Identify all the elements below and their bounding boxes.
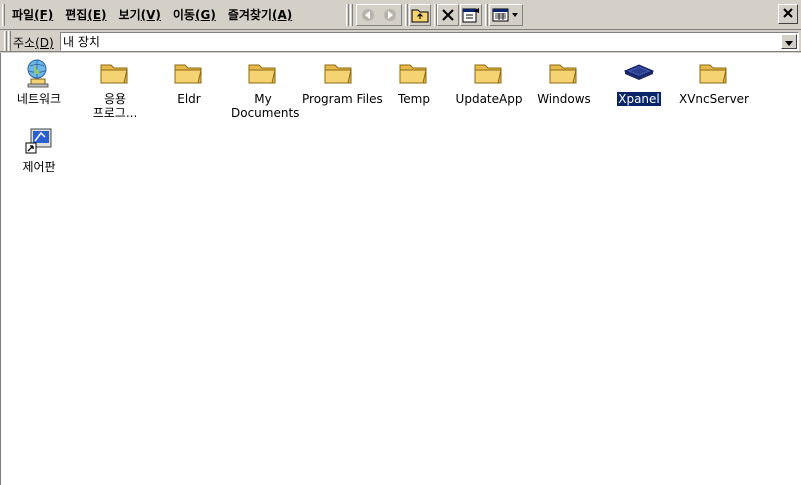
address-dropdown-button[interactable] bbox=[781, 34, 797, 49]
list-item-eldr[interactable]: Eldr bbox=[151, 57, 227, 106]
address-label-text: 주소 bbox=[13, 36, 36, 50]
list-item-program-files[interactable]: Program Files bbox=[301, 57, 383, 106]
address-field[interactable] bbox=[60, 32, 799, 51]
list-item-windows[interactable]: Windows bbox=[526, 57, 602, 106]
control-panel-icon bbox=[25, 128, 52, 154]
menubar: 파일(F) 편집(E) 보기(V) 이동(G) 즐겨찾기(A) bbox=[6, 6, 298, 24]
menu-view-hotkey: (V) bbox=[140, 8, 161, 22]
toolbar-grip-2[interactable] bbox=[350, 4, 353, 26]
properties-button[interactable] bbox=[460, 4, 482, 26]
address-bar: 주소(D) bbox=[0, 30, 801, 52]
address-bar-grip[interactable] bbox=[4, 31, 7, 51]
menu-favorites-hotkey: (A) bbox=[271, 8, 293, 22]
close-button[interactable] bbox=[778, 4, 798, 24]
file-list-view[interactable]: 네트워크 응용 프로그... Eldr My Documents Program… bbox=[0, 53, 801, 485]
list-item-xvncserver[interactable]: XVncServer bbox=[676, 57, 752, 106]
menu-view-label: 보기 bbox=[118, 8, 141, 22]
toolbar-separator bbox=[405, 4, 408, 26]
properties-icon bbox=[462, 7, 480, 23]
address-label-hotkey: (D) bbox=[35, 36, 54, 50]
toolbar-separator-3 bbox=[485, 4, 488, 26]
nav-button-group bbox=[356, 4, 402, 26]
views-icon bbox=[492, 8, 520, 22]
list-item-xpanel[interactable]: Xpanel bbox=[601, 57, 677, 107]
menu-edit-label: 편집 bbox=[65, 8, 88, 22]
list-item-label: My Documents bbox=[231, 92, 300, 120]
menubar-grip[interactable] bbox=[2, 4, 5, 26]
close-icon bbox=[783, 7, 793, 21]
list-item-temp[interactable]: Temp bbox=[376, 57, 452, 106]
list-item-label: Program Files bbox=[302, 92, 383, 106]
delete-icon bbox=[440, 7, 456, 23]
menu-edit-hotkey: (E) bbox=[87, 8, 107, 22]
back-icon[interactable] bbox=[357, 8, 379, 22]
address-input[interactable] bbox=[61, 33, 761, 50]
list-item-label: XVncServer bbox=[679, 92, 749, 106]
list-item-label: 네트워크 bbox=[16, 92, 62, 106]
views-button[interactable] bbox=[489, 4, 523, 26]
toolbar-grip[interactable] bbox=[346, 4, 349, 26]
delete-button[interactable] bbox=[437, 4, 459, 26]
folder-icon bbox=[324, 64, 352, 84]
folder-icon bbox=[100, 64, 128, 84]
menu-favorites-label: 즐겨찾기 bbox=[227, 8, 272, 22]
list-item-label: Xpanel bbox=[616, 91, 662, 107]
menu-edit[interactable]: 편집(E) bbox=[59, 6, 112, 24]
toolbar: 파일(F) 편집(E) 보기(V) 이동(G) 즐겨찾기(A) bbox=[0, 0, 801, 30]
folder-icon bbox=[174, 64, 202, 84]
address-bar-grip-2[interactable] bbox=[8, 31, 11, 51]
network-icon bbox=[27, 59, 49, 88]
list-item-label: Eldr bbox=[177, 92, 201, 106]
menu-file[interactable]: 파일(F) bbox=[6, 6, 59, 24]
folder-icon bbox=[248, 64, 276, 84]
list-item-label: UpdateApp bbox=[455, 92, 523, 106]
address-label: 주소(D) bbox=[13, 34, 54, 51]
list-item-applications[interactable]: 응용 프로그... bbox=[77, 57, 153, 120]
menu-view[interactable]: 보기(V) bbox=[113, 6, 167, 24]
list-item-network[interactable]: 네트워크 bbox=[1, 57, 77, 106]
up-folder-button[interactable] bbox=[409, 4, 431, 26]
list-item-label: 응용 프로그... bbox=[92, 92, 138, 120]
list-item-label: Temp bbox=[398, 92, 430, 106]
list-item-control-panel[interactable]: 제어판 bbox=[1, 125, 77, 174]
list-item-label: 제어판 bbox=[22, 160, 56, 174]
menu-go-label: 이동 bbox=[172, 8, 195, 22]
menu-go-hotkey: (G) bbox=[194, 8, 216, 22]
menu-file-label: 파일 bbox=[12, 8, 35, 22]
menu-file-hotkey: (F) bbox=[34, 8, 54, 22]
up-folder-icon bbox=[411, 7, 429, 23]
list-item-my-documents[interactable]: My Documents bbox=[225, 57, 301, 120]
menu-go[interactable]: 이동(G) bbox=[167, 6, 222, 24]
menu-favorites[interactable]: 즐겨찾기(A) bbox=[222, 6, 298, 24]
chevron-down-icon bbox=[785, 35, 793, 49]
forward-icon[interactable] bbox=[379, 8, 401, 22]
folder-icon bbox=[699, 64, 727, 84]
folder-icon bbox=[549, 64, 577, 84]
list-item-label: Windows bbox=[537, 92, 591, 106]
drive-icon bbox=[623, 64, 655, 80]
folder-icon bbox=[474, 64, 502, 84]
folder-icon bbox=[399, 64, 427, 84]
list-item-updateapp[interactable]: UpdateApp bbox=[451, 57, 527, 106]
